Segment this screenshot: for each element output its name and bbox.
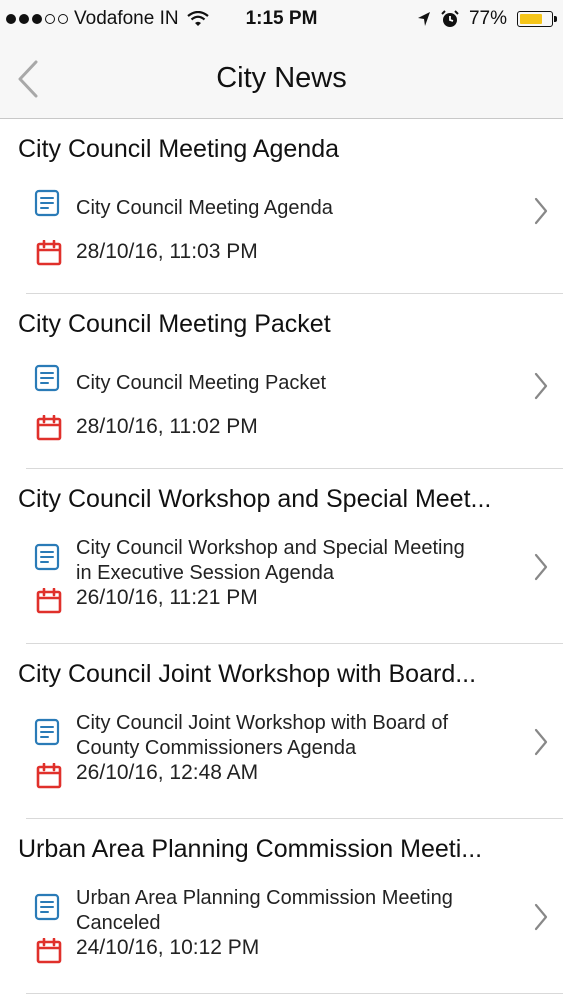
calendar-icon: [36, 762, 62, 789]
document-icon: [34, 189, 60, 217]
divider: [26, 993, 563, 994]
item-date: 26/10/16, 12:48 AM: [76, 761, 259, 784]
item-description-line: City Council Meeting Packet: [76, 372, 327, 394]
chevron-right-icon[interactable]: [533, 728, 549, 756]
item-description: City Council Joint Workshop with Board o…: [76, 711, 516, 761]
status-bar: Vodafone IN 1:15 PM 77%: [0, 0, 563, 40]
item-description-line: Canceled: [76, 912, 161, 934]
item-description-line: in Executive Session Agenda: [76, 562, 334, 584]
item-date: 24/10/16, 10:12 PM: [76, 936, 260, 959]
item-description-line: City Council Workshop and Special Meetin…: [76, 537, 465, 559]
document-icon: [34, 893, 60, 921]
news-list-item[interactable]: City Council Joint Workshop with Board..…: [0, 644, 563, 819]
item-description: City Council Meeting Packet: [76, 371, 516, 396]
chevron-right-icon[interactable]: [533, 903, 549, 931]
calendar-icon: [36, 937, 62, 964]
item-description-line: County Commissioners Agenda: [76, 737, 357, 759]
document-icon: [34, 543, 60, 571]
news-list: City Council Meeting Agenda City Council …: [0, 119, 563, 994]
item-description: City Council Workshop and Special Meetin…: [76, 536, 516, 586]
item-description-line: City Council Joint Workshop with Board o…: [76, 712, 449, 734]
item-title: City Council Joint Workshop with Board..…: [18, 660, 477, 688]
document-icon: [34, 364, 60, 392]
item-title: Urban Area Planning Commission Meeti...: [18, 835, 483, 863]
chevron-right-icon[interactable]: [533, 553, 549, 581]
document-icon: [34, 718, 60, 746]
calendar-icon: [36, 587, 62, 614]
news-list-item[interactable]: City Council Meeting Agenda City Council …: [0, 119, 563, 294]
news-list-item[interactable]: Urban Area Planning Commission Meeti... U…: [0, 819, 563, 994]
item-date: 28/10/16, 11:03 PM: [76, 240, 258, 263]
item-description-line: City Council Meeting Agenda: [76, 197, 333, 219]
item-date: 28/10/16, 11:02 PM: [76, 415, 258, 438]
navigation-bar: City News: [0, 40, 563, 119]
chevron-right-icon[interactable]: [533, 197, 549, 225]
alarm-clock-icon: [441, 10, 459, 27]
item-description: Urban Area Planning Commission Meeting Ca…: [76, 886, 516, 936]
chevron-right-icon[interactable]: [533, 372, 549, 400]
item-description-line: Urban Area Planning Commission Meeting: [76, 887, 453, 909]
news-list-item[interactable]: City Council Meeting Packet City Council …: [0, 294, 563, 469]
item-date: 26/10/16, 11:21 PM: [76, 586, 258, 609]
item-title: City Council Meeting Agenda: [18, 135, 340, 163]
item-description: City Council Meeting Agenda: [76, 196, 516, 221]
calendar-icon: [36, 239, 62, 266]
page-title: City News: [216, 62, 347, 94]
battery-icon: [517, 11, 557, 27]
item-title: City Council Workshop and Special Meet..…: [18, 485, 492, 513]
news-list-item[interactable]: City Council Workshop and Special Meet..…: [0, 469, 563, 644]
location-arrow-icon: [417, 12, 430, 26]
item-title: City Council Meeting Packet: [18, 310, 331, 338]
calendar-icon: [36, 414, 62, 441]
battery-percent: 77%: [468, 8, 507, 29]
